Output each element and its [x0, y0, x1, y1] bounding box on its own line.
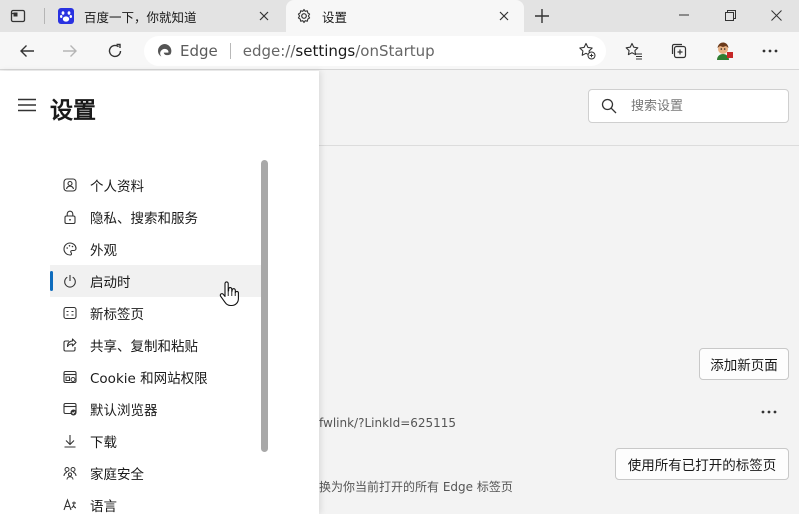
share-icon — [62, 337, 78, 353]
url-scheme: edge:// — [242, 42, 296, 60]
favorites-button[interactable] — [620, 37, 648, 65]
sidebar-item-label: 默认浏览器 — [90, 403, 158, 419]
address-brand-label: Edge — [180, 42, 218, 60]
gear-icon — [296, 8, 312, 24]
url-path: /onStartup — [355, 42, 435, 60]
sidebar-item-privacy[interactable]: 隐私、搜索和服务 — [50, 201, 262, 233]
tab-strip: 百度一下，你就知道 设置 — [0, 0, 799, 32]
edge-logo-icon — [158, 44, 172, 57]
sidebar-item-label: 新标签页 — [90, 307, 144, 323]
tab-settings[interactable]: 设置 — [286, 0, 524, 32]
language-icon — [62, 497, 78, 513]
url-host: settings — [295, 42, 356, 60]
url-text[interactable]: edge://settings/onStartup — [243, 42, 435, 60]
sidebar-item-cookies-permissions[interactable]: Cookie 和网站权限 — [50, 361, 262, 393]
settings-page: 添加新页面 fwlink/?LinkId=625115 使用所有已打开的标签页 … — [0, 71, 799, 514]
search-input[interactable] — [631, 98, 771, 114]
tab-actions-button[interactable] — [8, 6, 28, 26]
close-icon — [770, 9, 782, 21]
download-icon — [62, 433, 78, 449]
hand-cursor-icon — [219, 281, 239, 307]
restore-icon — [724, 9, 736, 21]
refresh-icon — [108, 43, 122, 58]
site-permissions-icon — [62, 369, 78, 385]
browser-toolbar: Edge edge://settings/onStartup — [0, 32, 799, 70]
settings-more-button[interactable] — [756, 37, 784, 65]
back-button[interactable] — [13, 37, 41, 65]
arrow-left-icon — [20, 45, 34, 57]
tab-actions-icon — [10, 9, 26, 23]
collections-icon — [671, 43, 687, 59]
sidebar-item-label: 隐私、搜索和服务 — [90, 211, 198, 227]
sidebar-item-label: 外观 — [90, 243, 117, 259]
restore-button[interactable] — [707, 0, 753, 30]
replace-description: 换为你当前打开的所有 Edge 标签页 — [319, 480, 513, 494]
add-new-page-button[interactable]: 添加新页面 — [699, 348, 789, 380]
new-tab-page-icon — [62, 305, 78, 321]
sidebar-item-label: 家庭安全 — [90, 467, 144, 483]
collections-button[interactable] — [665, 37, 693, 65]
add-favorite-icon[interactable] — [578, 42, 596, 60]
page-entry-url: fwlink/?LinkId=625115 — [319, 416, 457, 430]
sidebar-item-label: 启动时 — [90, 275, 131, 291]
power-icon — [62, 273, 78, 289]
refresh-button[interactable] — [101, 37, 129, 65]
tab-close-button[interactable] — [256, 8, 272, 24]
lock-icon — [62, 209, 78, 225]
sidebar-item-appearance[interactable]: 外观 — [50, 233, 262, 265]
use-all-open-tabs-button[interactable]: 使用所有已打开的标签页 — [615, 448, 789, 480]
address-bar[interactable]: Edge edge://settings/onStartup — [144, 36, 606, 66]
arrow-right-icon — [63, 45, 77, 57]
sidebar-item-label: Cookie 和网站权限 — [90, 371, 208, 387]
minimize-button[interactable] — [661, 0, 707, 30]
tab-separator — [44, 8, 45, 24]
forward-button[interactable] — [56, 37, 84, 65]
sidebar-item-family-safety[interactable]: 家庭安全 — [50, 457, 262, 489]
tab-baidu[interactable]: 百度一下，你就知道 — [48, 0, 284, 32]
sidebar-item-label: 共享、复制和粘贴 — [90, 339, 198, 355]
baidu-paw-icon — [58, 8, 74, 24]
hamburger-menu-icon[interactable] — [18, 98, 36, 112]
new-tab-button[interactable] — [531, 5, 553, 27]
close-icon — [499, 11, 509, 21]
settings-nav: 个人资料 隐私、搜索和服务 外观 启动时 新标签页 共享、复制和粘贴 Cooki… — [50, 169, 262, 514]
page-title: 设置 — [50, 98, 96, 124]
sidebar-item-label: 语言 — [90, 499, 117, 514]
family-icon — [62, 465, 78, 481]
tab-title: 百度一下，你就知道 — [84, 9, 197, 25]
sidebar-item-profile[interactable]: 个人资料 — [50, 169, 262, 201]
more-horizontal-icon — [761, 410, 777, 414]
avatar — [717, 42, 733, 60]
sidebar-scrollbar[interactable] — [261, 160, 268, 452]
sidebar-item-default-browser[interactable]: 默认浏览器 — [50, 393, 262, 425]
plus-icon — [535, 9, 549, 23]
sidebar-item-share-copy-paste[interactable]: 共享、复制和粘贴 — [50, 329, 262, 361]
tab-title: 设置 — [322, 9, 348, 25]
settings-sidebar: 设置 个人资料 隐私、搜索和服务 外观 启动时 新标签页 共享、复制和粘贴 Co… — [0, 71, 319, 514]
close-icon — [259, 11, 269, 21]
more-horizontal-icon — [762, 49, 778, 53]
address-separator — [229, 43, 231, 59]
close-window-button[interactable] — [753, 0, 799, 30]
favorites-icon — [625, 42, 642, 60]
tab-close-button[interactable] — [496, 8, 512, 24]
minimize-icon — [679, 14, 689, 16]
profile-button[interactable] — [710, 37, 738, 65]
sidebar-item-downloads[interactable]: 下载 — [50, 425, 262, 457]
settings-search-box[interactable] — [588, 89, 789, 123]
sidebar-item-languages[interactable]: 语言 — [50, 489, 262, 514]
palette-icon — [62, 241, 78, 257]
profile-icon — [62, 177, 78, 193]
sidebar-item-label: 个人资料 — [90, 179, 144, 195]
header-divider — [319, 145, 799, 146]
default-browser-icon — [62, 401, 78, 417]
sidebar-item-label: 下载 — [90, 435, 117, 451]
page-entry-more-button[interactable] — [758, 404, 780, 420]
search-icon — [601, 98, 617, 114]
